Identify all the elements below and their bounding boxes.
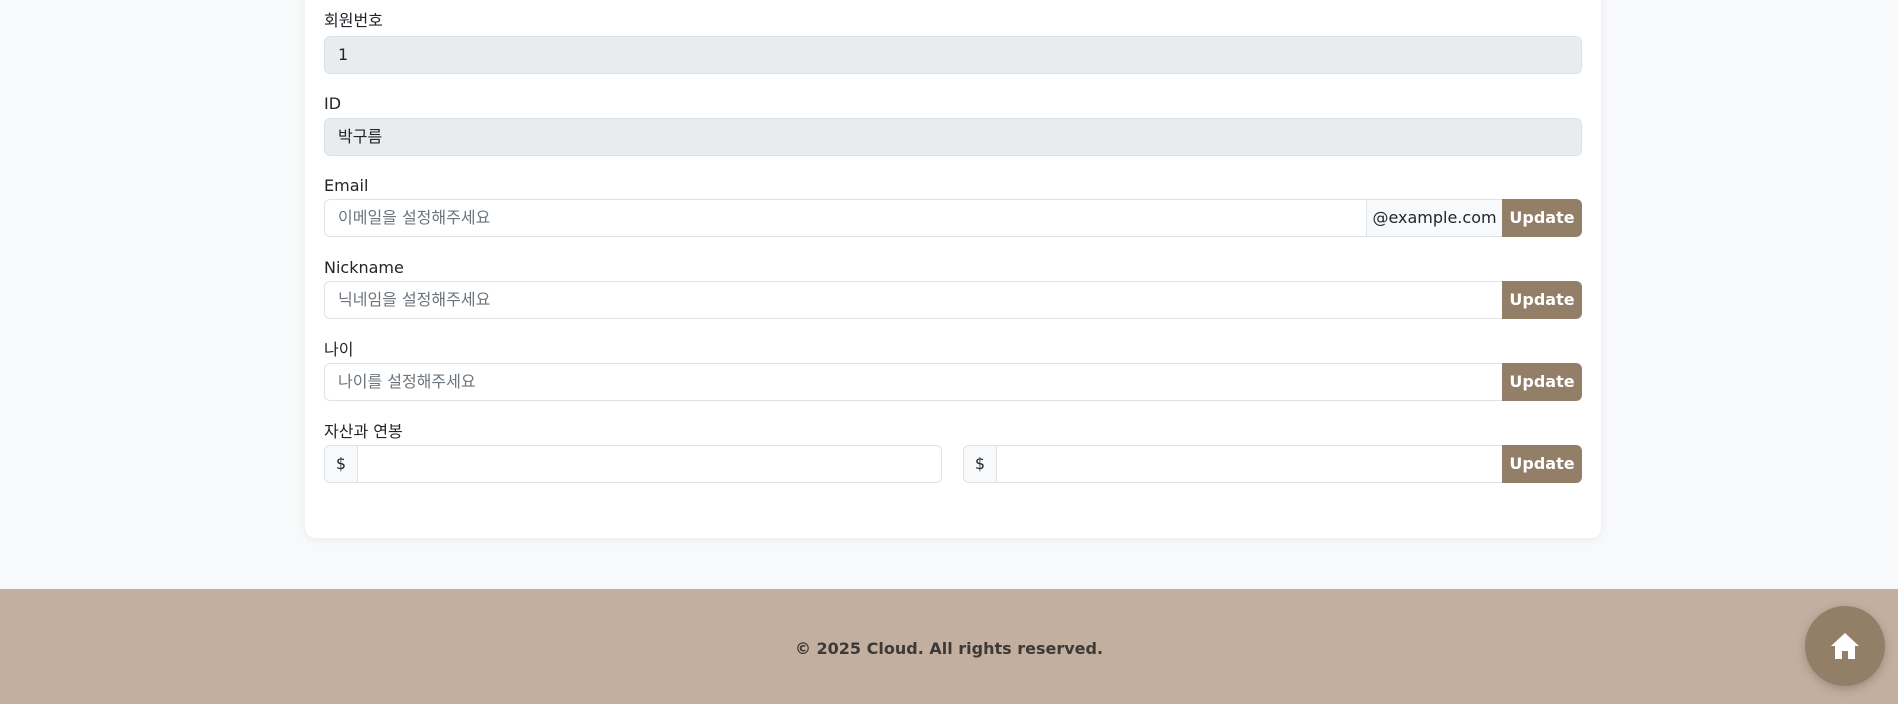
asset-input[interactable] (357, 445, 942, 483)
email-domain-addon: @example.com (1366, 199, 1503, 237)
email-label: Email (324, 176, 369, 195)
age-update-button[interactable]: Update (1502, 363, 1582, 401)
assets-salary-update-button[interactable]: Update (1502, 445, 1582, 483)
member-number-label: 회원번호 (324, 11, 383, 30)
salary-currency-addon: $ (963, 445, 997, 483)
nickname-label: Nickname (324, 258, 404, 277)
email-update-button[interactable]: Update (1502, 199, 1582, 237)
home-icon (1831, 633, 1859, 659)
assets-salary-label: 자산과 연봉 (324, 422, 403, 441)
id-label: ID (324, 94, 342, 113)
nickname-input[interactable]: 닉네임을 설정해주세요 (324, 281, 1503, 319)
age-label: 나이 (324, 340, 354, 359)
member-number-field: 1 (324, 36, 1582, 74)
email-input[interactable]: 이메일을 설정해주세요 (324, 199, 1367, 237)
home-button[interactable] (1805, 606, 1885, 686)
nickname-update-button[interactable]: Update (1502, 281, 1582, 319)
id-field: 박구름 (324, 118, 1582, 156)
footer-copyright: © 2025 Cloud. All rights reserved. (794, 639, 1104, 658)
asset-currency-addon: $ (324, 445, 358, 483)
footer: © 2025 Cloud. All rights reserved. (0, 589, 1898, 704)
age-input[interactable]: 나이를 설정해주세요 (324, 363, 1503, 401)
salary-input[interactable] (996, 445, 1503, 483)
